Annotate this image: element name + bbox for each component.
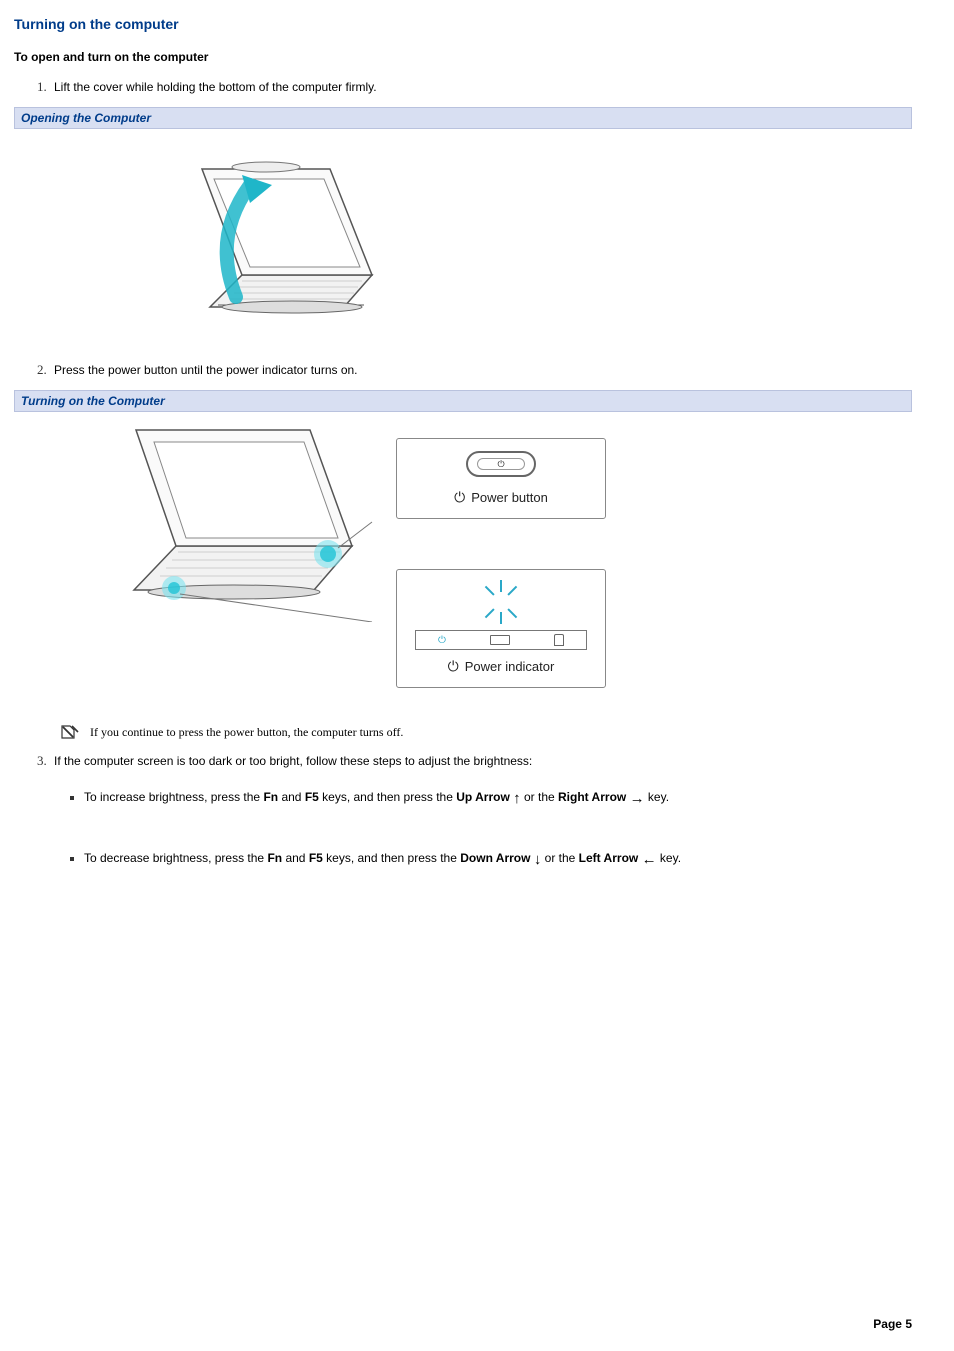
inc-f5: F5: [305, 790, 319, 804]
laptop-opening-illustration: [154, 139, 384, 339]
step-2: Press the power button until the power i…: [50, 361, 912, 380]
inc-or: or the: [521, 790, 558, 804]
page-number: Page 5: [873, 1317, 912, 1331]
brightness-bullets: To increase brightness, press the Fn and…: [14, 782, 912, 876]
callout-power-indicator: ⏻ ⏻ Power indicator: [396, 569, 606, 688]
dec-or: or the: [541, 851, 578, 865]
power-button-label: Power button: [471, 490, 548, 505]
led-burst-graphic: [481, 582, 521, 622]
dec-f5: F5: [309, 851, 323, 865]
procedure-heading: To open and turn on the computer: [14, 50, 912, 64]
arrow-right-icon: →: [630, 782, 645, 815]
power-button-graphic: ⏻: [466, 451, 536, 477]
step-list-3: If the computer screen is too dark or to…: [14, 752, 912, 771]
dec-fn: Fn: [267, 851, 282, 865]
inc-mid2: keys, and then press the: [319, 790, 456, 804]
step-3: If the computer screen is too dark or to…: [50, 752, 912, 771]
inc-mid1: and: [278, 790, 305, 804]
step-3-text: If the computer screen is too dark or to…: [54, 754, 532, 768]
dec-downarrow: Down Arrow: [460, 851, 530, 865]
inc-post: key.: [645, 790, 669, 804]
inc-fn: Fn: [263, 790, 278, 804]
figure-caption-turnon: Turning on the Computer: [14, 390, 912, 412]
power-indicator-label: Power indicator: [465, 659, 555, 674]
note-icon: [60, 724, 80, 740]
arrow-up-icon: ↑: [513, 782, 521, 815]
step-2-text: Press the power button until the power i…: [54, 363, 358, 377]
power-icon: ⏻: [454, 489, 465, 506]
note-row: If you continue to press the power butto…: [60, 724, 912, 740]
dec-mid1: and: [282, 851, 309, 865]
indicator-strip: ⏻: [415, 630, 587, 650]
step-list: Lift the cover while holding the bottom …: [14, 78, 912, 97]
bullet-increase: To increase brightness, press the Fn and…: [84, 782, 912, 815]
page-title: Turning on the computer: [14, 16, 912, 32]
inc-pre: To increase brightness, press the: [84, 790, 263, 804]
power-indicator-icon: ⏻: [448, 658, 459, 675]
laptop-power-illustration: [114, 422, 374, 622]
step-list-2: Press the power button until the power i…: [14, 361, 912, 380]
callout-power-button: ⏻ ⏻ Power button: [396, 438, 606, 519]
dec-pre: To decrease brightness, press the: [84, 851, 267, 865]
inc-uparrow: Up Arrow: [456, 790, 510, 804]
inc-rightarrow: Right Arrow: [558, 790, 626, 804]
figure-open: [14, 133, 912, 357]
figure-turnon: ⏻ ⏻ Power button ⏻: [14, 416, 912, 706]
dec-mid2: keys, and then press the: [323, 851, 460, 865]
step-1-text: Lift the cover while holding the bottom …: [54, 80, 377, 94]
note-text: If you continue to press the power butto…: [90, 725, 403, 740]
figure-caption-open: Opening the Computer: [14, 107, 912, 129]
step-1: Lift the cover while holding the bottom …: [50, 78, 912, 97]
dec-post: key.: [657, 851, 681, 865]
arrow-left-icon: ←: [642, 843, 657, 876]
bullet-decrease: To decrease brightness, press the Fn and…: [84, 843, 912, 876]
dec-leftarrow: Left Arrow: [579, 851, 639, 865]
